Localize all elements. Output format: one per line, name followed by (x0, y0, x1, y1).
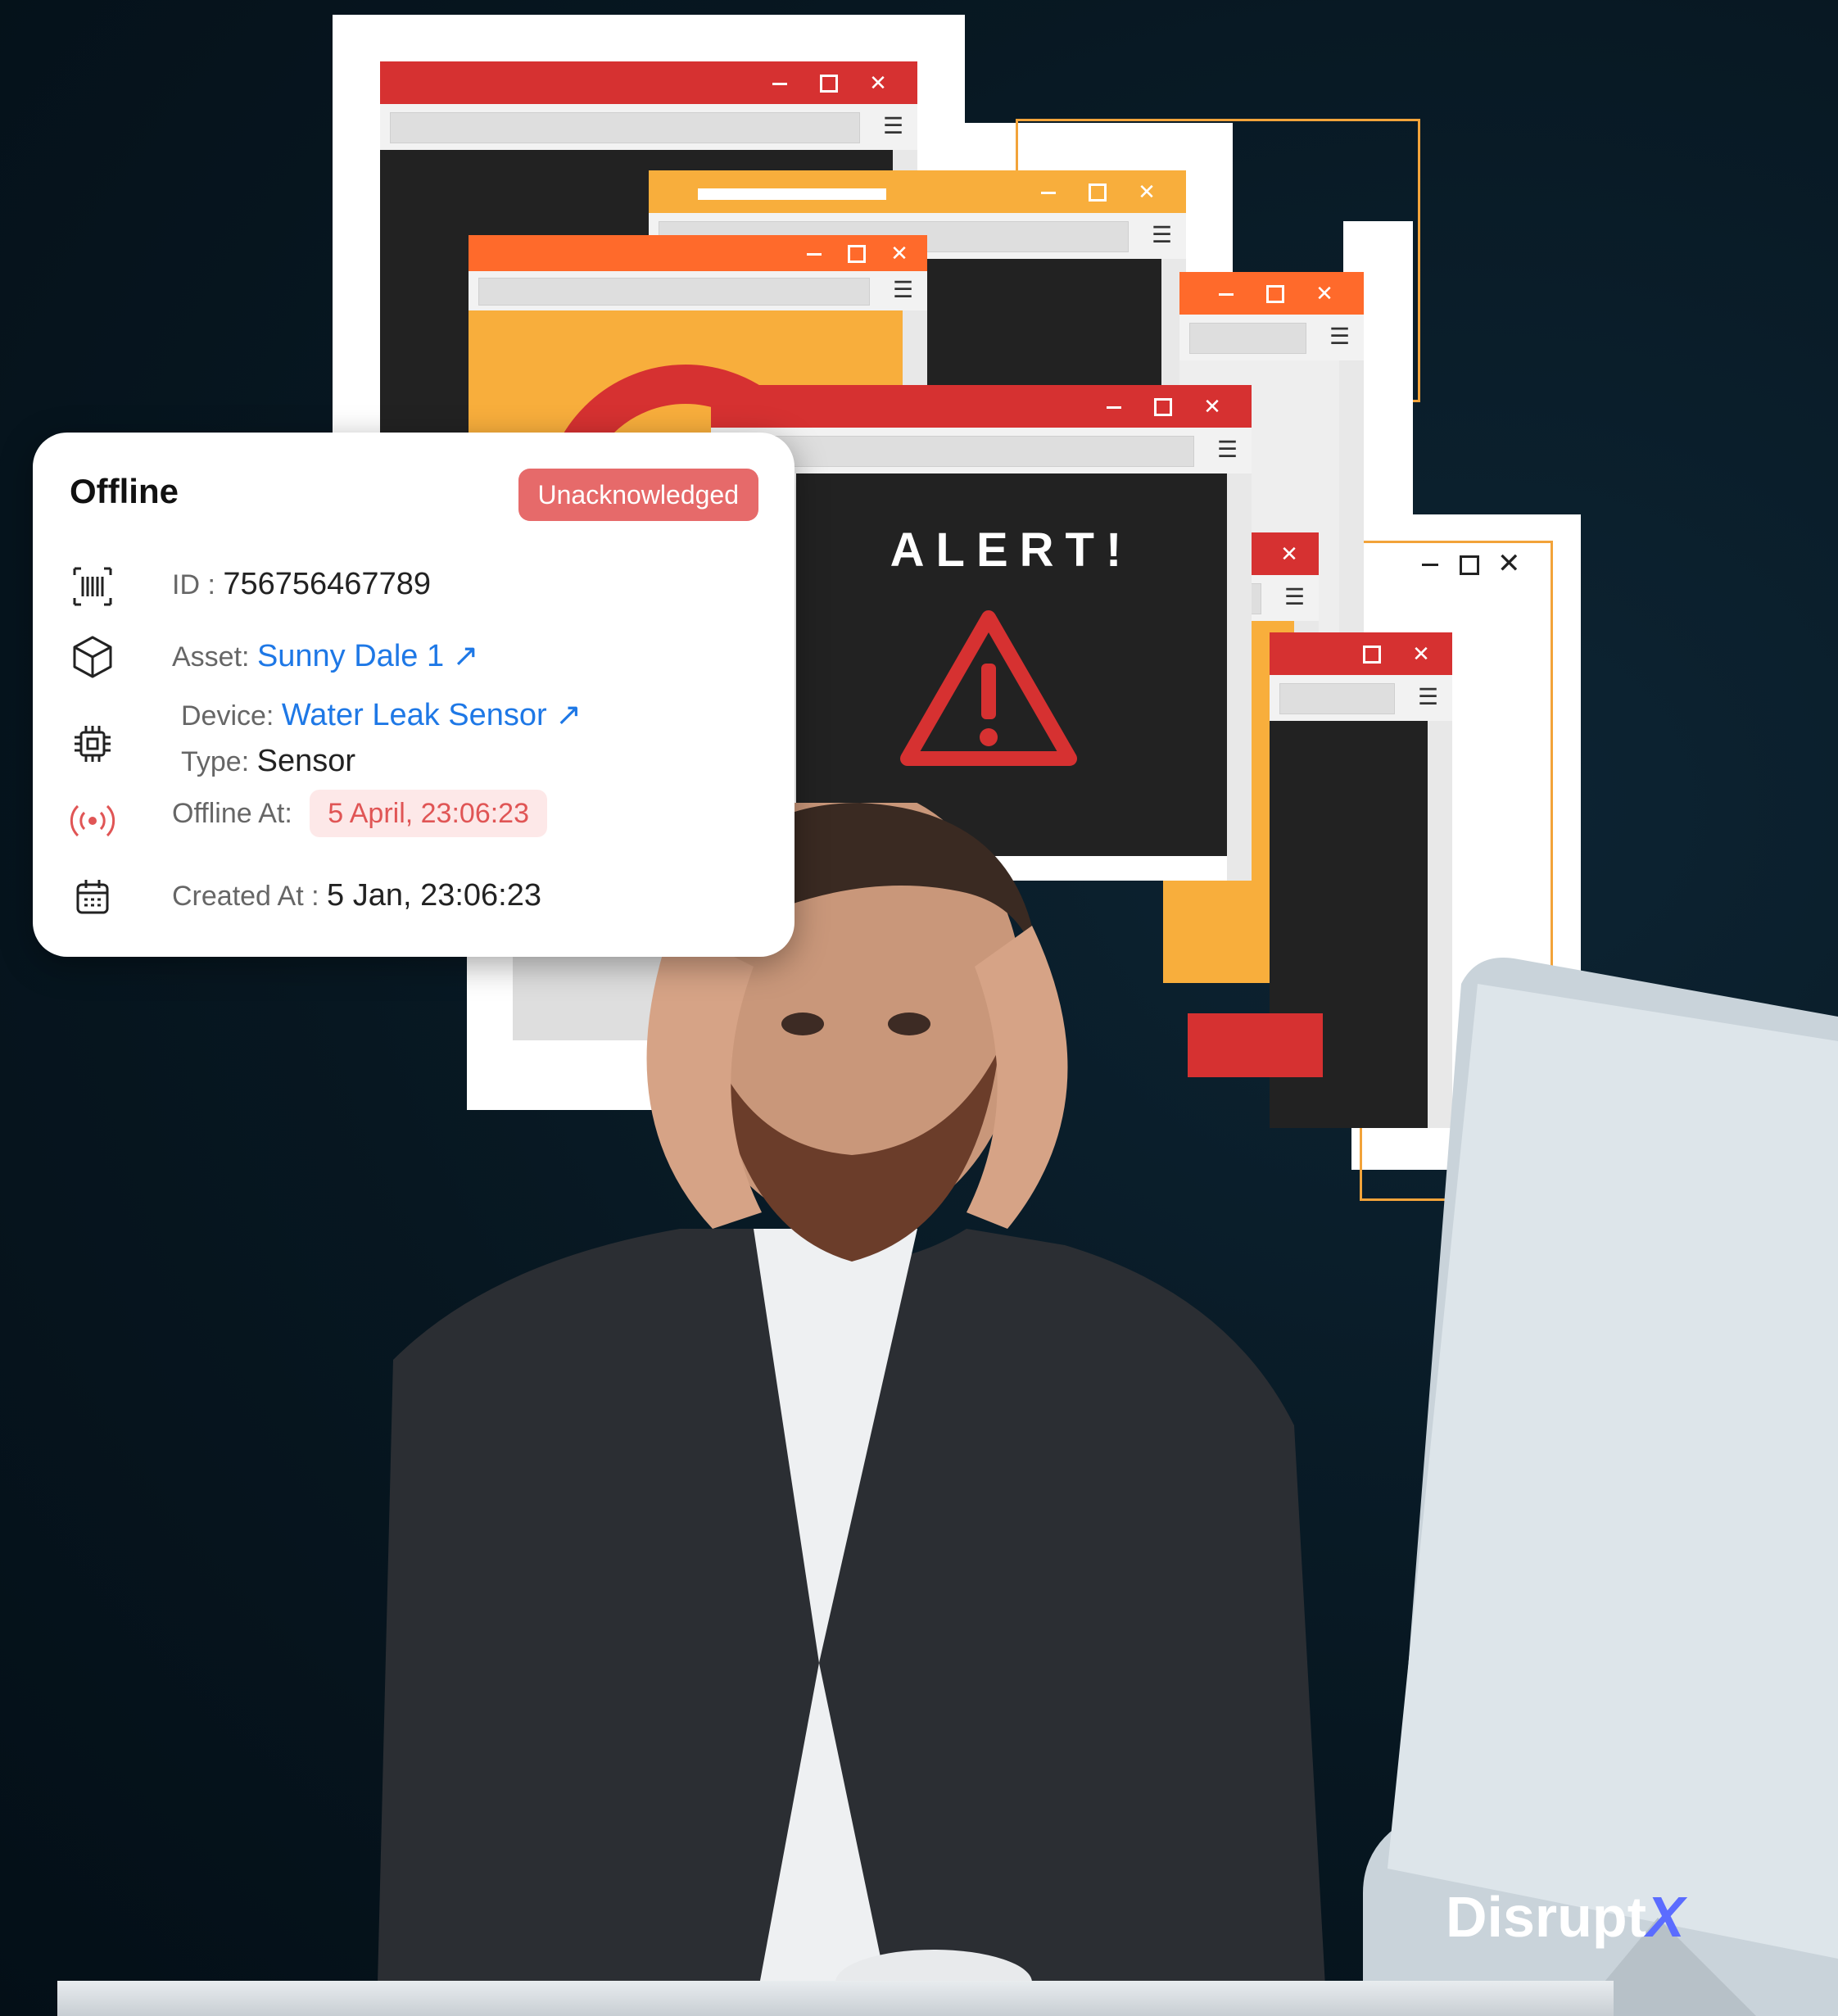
window-titlebar[interactable] (1270, 632, 1452, 675)
close-icon[interactable] (1310, 279, 1339, 308)
close-icon[interactable] (885, 238, 914, 268)
address-bar[interactable] (478, 278, 870, 306)
maximize-icon[interactable] (1261, 279, 1290, 308)
menu-icon[interactable]: ☰ (1329, 324, 1350, 349)
computer-monitor (1363, 958, 1838, 2016)
alert-body: ALERT! (796, 473, 1227, 856)
maximize-icon[interactable] (1357, 639, 1387, 668)
alert-title: ALERT! (890, 523, 1134, 577)
minimize-icon[interactable] (1034, 177, 1063, 206)
asset-label: Asset: (172, 641, 250, 673)
maximize-icon[interactable] (1460, 555, 1479, 575)
cube-icon (73, 636, 112, 678)
close-icon[interactable] (863, 68, 893, 97)
minimize-icon[interactable] (1211, 279, 1241, 308)
menu-icon[interactable]: ☰ (1217, 437, 1238, 462)
title-placeholder (698, 188, 886, 200)
window-controls[interactable]: ✕ (1409, 547, 1532, 583)
created-at-value: 5 Jan, 23:06:23 (327, 878, 541, 913)
offline-at-value: 5 April, 23:06:23 (310, 790, 547, 837)
offline-at-label: Offline At: (172, 798, 292, 829)
id-label: ID : (172, 569, 215, 600)
asset-link[interactable]: Sunny Dale 1 ↗ (257, 639, 479, 673)
maximize-icon[interactable] (814, 68, 844, 97)
address-bar[interactable] (390, 112, 860, 143)
window-titlebar[interactable] (380, 61, 917, 104)
window-titlebar[interactable] (649, 170, 1186, 213)
address-bar[interactable] (1279, 683, 1395, 714)
barcode-icon (73, 567, 112, 606)
minimize-icon[interactable] (1422, 564, 1438, 566)
status-title: Offline (70, 472, 179, 510)
type-label: Type: (181, 746, 250, 777)
calendar-icon (76, 880, 109, 914)
window-titlebar[interactable] (469, 235, 927, 271)
window-titlebar[interactable] (711, 385, 1252, 428)
minimize-icon[interactable] (1099, 392, 1129, 421)
menu-icon[interactable]: ☰ (1152, 223, 1172, 247)
address-bar[interactable] (1189, 323, 1306, 354)
maximize-icon[interactable] (1148, 392, 1178, 421)
maximize-icon[interactable] (842, 238, 871, 268)
stressed-businessman-photo (377, 803, 1327, 2016)
menu-icon[interactable]: ☰ (883, 114, 903, 138)
close-icon[interactable] (1406, 639, 1436, 668)
minimize-icon[interactable] (765, 68, 795, 97)
window-titlebar[interactable] (1179, 272, 1364, 315)
menu-icon[interactable]: ☰ (893, 278, 913, 302)
id-value: 756756467789 (223, 567, 431, 601)
type-value: Sensor (256, 744, 356, 778)
menu-icon[interactable]: ☰ (1418, 685, 1438, 709)
disruptx-logo: DisruptX (1446, 1884, 1685, 1950)
close-icon[interactable] (1197, 392, 1227, 421)
warning-icon (900, 610, 1077, 766)
close-icon[interactable]: ✕ (1497, 547, 1521, 580)
created-at-label: Created At : (172, 881, 319, 912)
menu-icon[interactable]: ☰ (1284, 585, 1305, 609)
device-link[interactable]: Water Leak Sensor ↗ (282, 698, 582, 732)
keyboard (57, 1981, 1614, 2016)
broadcast-icon (70, 804, 115, 837)
scene: ☰ ☰ ☰ ☰ (0, 0, 1838, 2016)
logo-x-mark: X (1646, 1885, 1685, 1949)
close-icon[interactable] (1274, 539, 1304, 569)
logo-text: Disrupt (1446, 1885, 1646, 1949)
device-label: Device: (181, 700, 274, 732)
chip-icon (75, 726, 111, 762)
minimize-icon[interactable] (799, 238, 829, 268)
status-badge[interactable]: Unacknowledged (518, 469, 758, 521)
maximize-icon[interactable] (1083, 177, 1112, 206)
device-status-card[interactable]: Offline Unacknowledged ID : 756756467789… (33, 433, 795, 957)
close-icon[interactable] (1132, 177, 1161, 206)
